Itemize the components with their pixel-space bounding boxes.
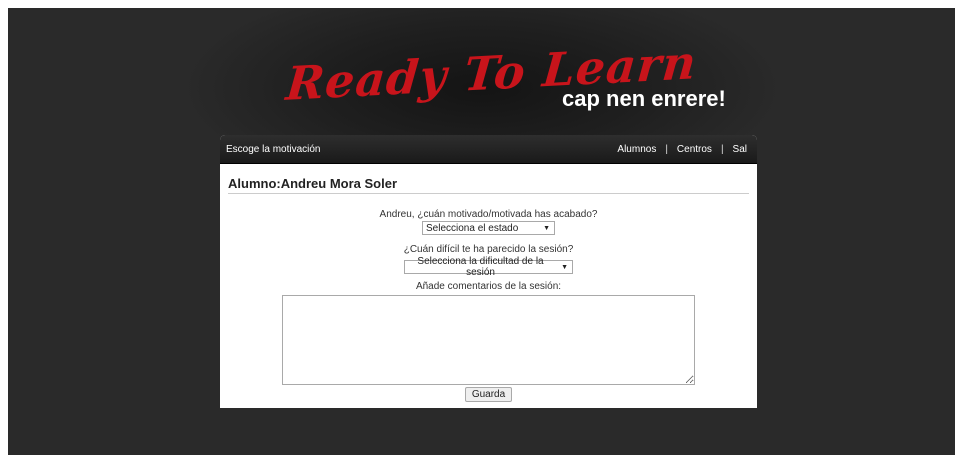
top-bar: Escoge la motivación Alumnos | Centros |… (220, 135, 757, 164)
save-button[interactable]: Guarda (464, 387, 513, 402)
top-nav: Alumnos | Centros | Sal (617, 144, 747, 155)
comments-block: Añade comentarios de la sesión: (228, 281, 749, 385)
ready-to-learn-logo: Ready To Learn cap nen enrere! (278, 35, 738, 136)
difficulty-question: ¿Cuán difícil te ha parecido la sesión? (403, 244, 574, 255)
nav-link-alumnos[interactable]: Alumnos (617, 144, 656, 155)
main-panel: Escoge la motivación Alumnos | Centros |… (220, 135, 757, 408)
nav-link-sal[interactable]: Sal (733, 144, 747, 155)
motivation-select[interactable]: Selecciona el estado ▼ (422, 221, 555, 235)
comments-label: Añade comentarios de la sesión: (415, 281, 562, 292)
form-content: Alumno: Andreu Mora Soler Andreu, ¿cuán … (220, 164, 757, 402)
nav-separator: | (665, 143, 668, 155)
save-block: Guarda (228, 387, 749, 402)
logo-sub-text: cap nen enrere! (562, 86, 726, 111)
student-name: Andreu Mora Soler (280, 176, 398, 191)
student-heading: Alumno: Andreu Mora Soler (228, 176, 749, 194)
motivation-selected: Selecciona el estado (426, 222, 519, 234)
student-label: Alumno: (228, 176, 281, 191)
page-background: Ready To Learn cap nen enrere! Escoge la… (8, 8, 955, 455)
comments-textarea[interactable] (282, 295, 695, 385)
dropdown-arrow-icon: ▼ (543, 224, 550, 232)
page-title: Escoge la motivación (226, 143, 321, 155)
difficulty-selected: Selecciona la dificultad de la sesión (417, 256, 544, 278)
motivation-block: Andreu, ¿cuán motivado/motivada has acab… (228, 209, 749, 235)
nav-link-centros[interactable]: Centros (677, 144, 712, 155)
difficulty-block: ¿Cuán difícil te ha parecido la sesión? … (228, 244, 749, 278)
motivation-question: Andreu, ¿cuán motivado/motivada has acab… (379, 209, 598, 220)
nav-separator: | (720, 143, 724, 155)
difficulty-select[interactable]: Selecciona la dificultad de la sesión ▼ (404, 256, 573, 278)
dropdown-arrow-icon: ▼ (561, 263, 568, 271)
